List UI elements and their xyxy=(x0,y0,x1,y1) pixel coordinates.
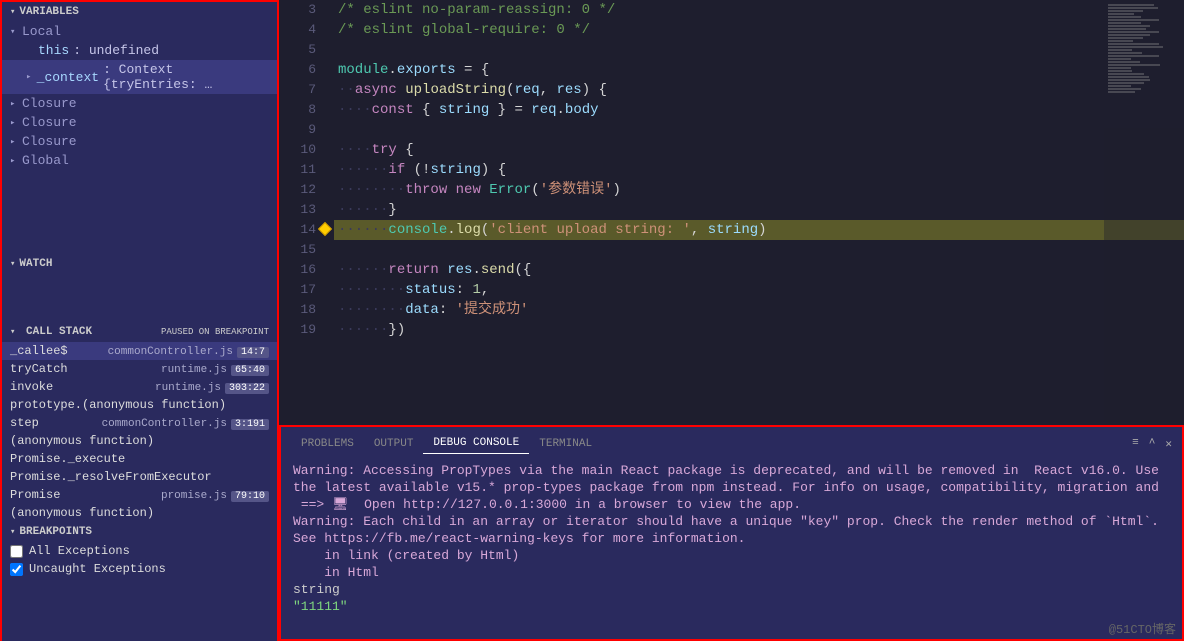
stack-frame[interactable]: _callee$commonController.js14:7 xyxy=(2,342,277,360)
code-line[interactable]: module.exports = { xyxy=(334,60,1184,80)
stack-frame[interactable]: tryCatchruntime.js65:40 xyxy=(2,360,277,378)
code-line[interactable] xyxy=(334,120,1184,140)
code-line[interactable]: ········status: 1, xyxy=(334,280,1184,300)
callstack-body: _callee$commonController.js14:7tryCatchr… xyxy=(2,342,277,522)
stack-frame[interactable]: (anonymous function) xyxy=(2,432,277,450)
variable-item[interactable]: this: undefined xyxy=(2,41,277,60)
scope-item[interactable]: ▸Closure xyxy=(2,94,277,113)
watch-title: WATCH xyxy=(19,258,52,270)
code-line[interactable]: /* eslint global-require: 0 */ xyxy=(334,20,1184,40)
code-body[interactable]: /* eslint no-param-reassign: 0 *//* esli… xyxy=(334,0,1184,425)
variable-item[interactable]: ▸_context: Context {tryEntries: … xyxy=(2,60,277,94)
stack-frame[interactable]: invokeruntime.js303:22 xyxy=(2,378,277,396)
panel-tab-debug-console[interactable]: DEBUG CONSOLE xyxy=(423,433,529,454)
breakpoint-item[interactable]: Uncaught Exceptions xyxy=(2,560,277,578)
stack-frame[interactable]: prototype.(anonymous function) xyxy=(2,396,277,414)
stack-frame[interactable]: stepcommonController.js3:191 xyxy=(2,414,277,432)
variables-title: VARIABLES xyxy=(19,6,78,18)
scope-item[interactable]: ▸Global xyxy=(2,151,277,170)
code-line[interactable]: ······}) xyxy=(334,320,1184,340)
breakpoints-header[interactable]: ▾ BREAKPOINTS xyxy=(2,522,277,542)
console-line: in Html xyxy=(293,564,1170,581)
stack-frame[interactable]: Promisepromise.js79:10 xyxy=(2,486,277,504)
stack-frame[interactable]: Promise._resolveFromExecutor xyxy=(2,468,277,486)
breakpoint-item[interactable]: All Exceptions xyxy=(2,542,277,560)
panel-actions: ≡ ˄ ✕ xyxy=(1132,437,1172,451)
console-line: Warning: Accessing PropTypes via the mai… xyxy=(293,462,1170,496)
watermark: @51CTO博客 xyxy=(1109,620,1176,637)
variables-body: ▾Localthis: undefined▸_context: Context … xyxy=(2,22,277,254)
chevron-down-icon: ▾ xyxy=(10,527,15,537)
chevron-down-icon: ▾ xyxy=(10,259,15,269)
code-line[interactable]: ······if (!string) { xyxy=(334,160,1184,180)
paused-status: PAUSED ON BREAKPOINT xyxy=(161,327,269,337)
console-line: Warning: Each child in an array or itera… xyxy=(293,513,1170,547)
code-line[interactable]: /* eslint no-param-reassign: 0 */ xyxy=(334,0,1184,20)
code-line[interactable]: ········data: '提交成功' xyxy=(334,300,1184,320)
main-area: 345678910111213141516171819 /* eslint no… xyxy=(279,0,1184,641)
console-line: in link (created by Html) xyxy=(293,547,1170,564)
panel-tab-terminal[interactable]: TERMINAL xyxy=(529,434,602,454)
line-gutter: 345678910111213141516171819 xyxy=(279,0,334,425)
code-line[interactable] xyxy=(334,40,1184,60)
variables-header[interactable]: ▾ VARIABLES xyxy=(2,2,277,22)
code-line[interactable]: ····const { string } = req.body xyxy=(334,100,1184,120)
minimap[interactable] xyxy=(1104,0,1184,425)
debug-console-panel: PROBLEMSOUTPUTDEBUG CONSOLETERMINAL ≡ ˄ … xyxy=(279,425,1184,641)
close-icon[interactable]: ✕ xyxy=(1165,437,1172,451)
debug-sidebar: ▾ VARIABLES ▾Localthis: undefined▸_conte… xyxy=(0,0,279,641)
current-line-marker xyxy=(318,222,332,236)
chevron-up-icon[interactable]: ˄ xyxy=(1149,437,1156,451)
code-line[interactable]: ······return res.send({ xyxy=(334,260,1184,280)
bp-checkbox[interactable] xyxy=(10,545,23,558)
callstack-header[interactable]: ▾ CALL STACK PAUSED ON BREAKPOINT xyxy=(2,322,277,342)
console-line: string xyxy=(293,581,1170,598)
breakpoints-body: All ExceptionsUncaught Exceptions xyxy=(2,542,277,578)
console-output[interactable]: Warning: Accessing PropTypes via the mai… xyxy=(281,454,1182,639)
panel-tab-problems[interactable]: PROBLEMS xyxy=(291,434,364,454)
code-line[interactable]: ······console.log('client upload string:… xyxy=(334,220,1184,240)
breakpoints-title: BREAKPOINTS xyxy=(19,526,92,538)
console-line: "11111" xyxy=(293,598,1170,615)
chevron-down-icon: ▾ xyxy=(10,7,15,17)
console-line: ==> 🖥 Open http://127.0.0.1:3000 in a br… xyxy=(293,496,1170,513)
stack-frame[interactable]: Promise._execute xyxy=(2,450,277,468)
callstack-title: CALL STACK xyxy=(26,326,92,338)
code-line[interactable]: ········throw new Error('参数错误') xyxy=(334,180,1184,200)
bp-checkbox[interactable] xyxy=(10,563,23,576)
code-line[interactable] xyxy=(334,240,1184,260)
code-line[interactable]: ······} xyxy=(334,200,1184,220)
stack-frame[interactable]: (anonymous function) xyxy=(2,504,277,522)
watch-header[interactable]: ▾ WATCH xyxy=(2,254,277,274)
panel-tab-output[interactable]: OUTPUT xyxy=(364,434,424,454)
scope-item[interactable]: ▸Closure xyxy=(2,113,277,132)
chevron-down-icon: ▾ xyxy=(10,327,15,337)
scope-item[interactable]: ▸Closure xyxy=(2,132,277,151)
panel-tabs: PROBLEMSOUTPUTDEBUG CONSOLETERMINAL ≡ ˄ … xyxy=(281,427,1182,454)
code-line[interactable]: ··async uploadString(req, res) { xyxy=(334,80,1184,100)
code-editor[interactable]: 345678910111213141516171819 /* eslint no… xyxy=(279,0,1184,425)
filter-icon[interactable]: ≡ xyxy=(1132,437,1139,451)
code-line[interactable]: ····try { xyxy=(334,140,1184,160)
scope-item[interactable]: ▾Local xyxy=(2,22,277,41)
watch-body xyxy=(2,274,277,322)
